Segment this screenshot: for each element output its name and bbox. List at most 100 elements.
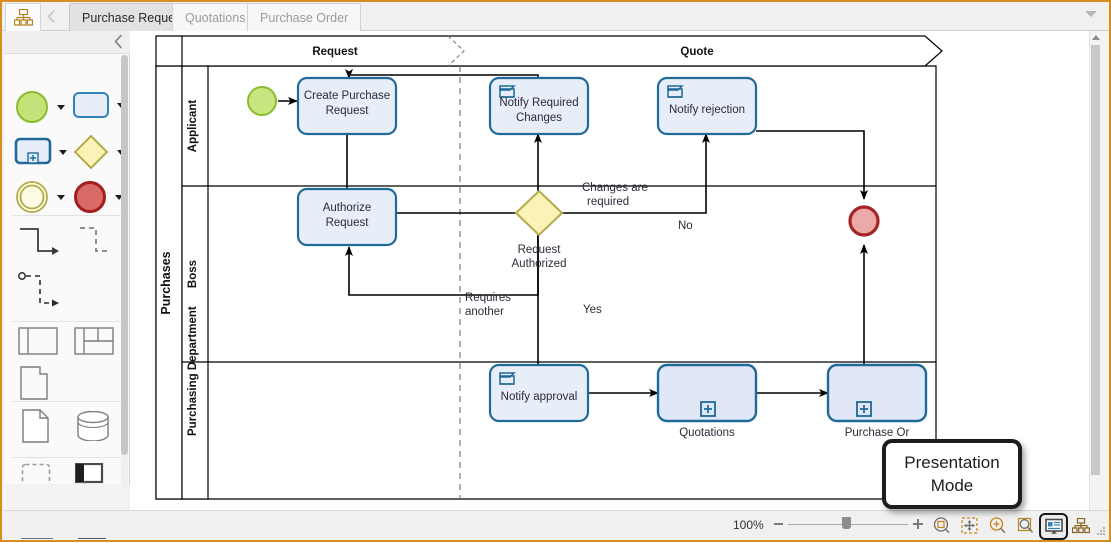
svg-text:Request: Request: [326, 217, 370, 229]
start-event-circle-icon: [16, 91, 48, 123]
hierarchy-glyph: [13, 9, 33, 26]
palette-footer: [6, 484, 130, 512]
tab-quotations[interactable]: Quotations: [172, 3, 259, 31]
phase-label-quote: Quote: [680, 46, 713, 58]
palette-item-lane[interactable]: [20, 366, 50, 400]
palette-item-subprocess[interactable]: [14, 137, 67, 167]
application-window: Purchase Request Quotations Purchase Ord…: [0, 0, 1111, 542]
tab-label: Purchase Request: [82, 10, 185, 25]
node-authorize-request[interactable]: Authorize Request: [296, 187, 398, 247]
svg-text:Notify rejection: Notify rejection: [669, 104, 745, 116]
chevron-down-icon[interactable]: [59, 149, 67, 155]
message-flow-icon: [80, 227, 110, 252]
intermediate-event-icon: [16, 181, 48, 213]
outline-view-icon[interactable]: [1070, 515, 1091, 536]
zoom-to-page-icon[interactable]: [931, 515, 952, 536]
gateway-label: Authorized: [512, 258, 567, 270]
svg-text:Notify approval: Notify approval: [501, 391, 578, 403]
edge-label-changes-are-required: required: [587, 196, 629, 208]
tab-label: Quotations: [185, 10, 246, 25]
chevron-left-icon[interactable]: [113, 34, 124, 53]
palette-item-data-store[interactable]: [77, 411, 109, 441]
lane-icon: [20, 366, 48, 400]
svg-text:Create Purchase: Create Purchase: [304, 90, 390, 102]
back-arrow-glyph: [47, 10, 55, 23]
palette-item-data-object[interactable]: [22, 409, 49, 443]
phase-label-request: Request: [312, 46, 358, 58]
lane-label-purchasing-department: Purchasing Department: [187, 306, 199, 436]
back-arrow-icon[interactable]: [40, 3, 70, 30]
canvas-vertical-scrollbar[interactable]: [1089, 31, 1101, 514]
palette-item-sequence-flow[interactable]: [16, 225, 60, 259]
association-flow-icon: [18, 272, 59, 307]
zoom-out-icon[interactable]: [774, 523, 783, 525]
task-rounded-rect-icon: [73, 92, 109, 118]
fit-to-window-glyph: [961, 517, 978, 534]
zoom-in-icon[interactable]: [987, 515, 1008, 536]
node-create-purchase-request[interactable]: Create Purchase Request: [296, 76, 398, 136]
expanded-subprocess-icon: [14, 137, 52, 165]
scroll-up-icon[interactable]: [1092, 35, 1100, 40]
tab-label: Purchase Order: [260, 10, 349, 25]
node-notify-rejection[interactable]: Notify rejection: [656, 76, 758, 136]
node-notify-approval[interactable]: Notify approval: [488, 363, 590, 423]
chevron-down-icon[interactable]: [1085, 11, 1097, 17]
outline-view-glyph: [1071, 517, 1090, 533]
zoom-slider-handle[interactable]: [842, 517, 851, 529]
palette-item-message-flow[interactable]: [76, 225, 116, 259]
palette-item-end-event[interactable]: [72, 179, 123, 215]
palette-item-start-event[interactable]: [14, 89, 65, 125]
canvas-scrollbar-thumb[interactable]: [1091, 45, 1100, 475]
palette-scrollbar[interactable]: [121, 55, 128, 510]
svg-text:Notify Required: Notify Required: [499, 97, 578, 109]
zoom-area-glyph: [1017, 517, 1033, 533]
chevron-left-glyph: [114, 34, 122, 49]
chevron-down-icon[interactable]: [57, 104, 65, 110]
status-bar: 100%: [4, 510, 1109, 540]
palette-item-intermediate-event[interactable]: [14, 179, 65, 215]
svg-text:Request: Request: [326, 105, 370, 117]
node-end-event[interactable]: [848, 205, 880, 237]
subprocess-label: Purchase Or: [845, 427, 910, 439]
data-store-icon: [77, 411, 109, 441]
gateway-diamond-icon: [73, 134, 109, 170]
presentation-mode-glyph: [1044, 518, 1063, 534]
pool-grid-icon: [74, 327, 114, 355]
sequence-flow-icon: [20, 228, 59, 255]
node-notify-required-changes[interactable]: Notify Required Changes: [488, 76, 590, 136]
svg-text:Authorize: Authorize: [323, 202, 372, 214]
shape-palette: [4, 31, 130, 539]
pool-label: Purchases: [159, 251, 173, 314]
edge-label-no: No: [678, 220, 693, 232]
pool-horizontal-icon: [18, 327, 58, 355]
node-start-event[interactable]: [247, 86, 277, 116]
data-object-icon: [22, 409, 49, 443]
gateway-label: Request: [518, 244, 562, 256]
hierarchy-icon[interactable]: [5, 3, 41, 31]
palette-item-pool-horizontal[interactable]: [18, 327, 58, 355]
subprocess-label: Quotations: [679, 427, 735, 439]
presentation-mode-icon[interactable]: [1039, 513, 1068, 540]
palette-item-association-flow[interactable]: [16, 271, 64, 313]
tooltip-text: Presentation Mode: [904, 453, 1000, 495]
zoom-to-page-glyph: [933, 517, 950, 534]
svg-text:Changes: Changes: [516, 112, 562, 124]
resize-grip[interactable]: [1096, 526, 1106, 536]
zoom-area-icon[interactable]: [1015, 515, 1036, 536]
lane-label-boss: Boss: [187, 260, 199, 288]
tooltip-presentation-mode: Presentation Mode: [882, 439, 1022, 509]
palette-header: [4, 31, 130, 54]
palette-item-gateway[interactable]: [72, 133, 125, 171]
zoom-in-icon: [917, 519, 919, 529]
palette-item-task[interactable]: [72, 91, 125, 119]
zoom-slider[interactable]: [774, 517, 926, 533]
palette-scrollbar-thumb[interactable]: [121, 55, 128, 455]
tab-purchase-order[interactable]: Purchase Order: [247, 3, 362, 31]
fit-to-window-icon[interactable]: [959, 515, 980, 536]
edge-label-requires-another: another: [465, 306, 504, 318]
chevron-down-icon[interactable]: [57, 194, 65, 200]
palette-item-pool-grid[interactable]: [74, 327, 114, 355]
zoom-in-glyph: [989, 517, 1006, 534]
edge-label-requires-another: Requires: [465, 292, 511, 304]
lane-label-applicant: Applicant: [187, 100, 199, 153]
